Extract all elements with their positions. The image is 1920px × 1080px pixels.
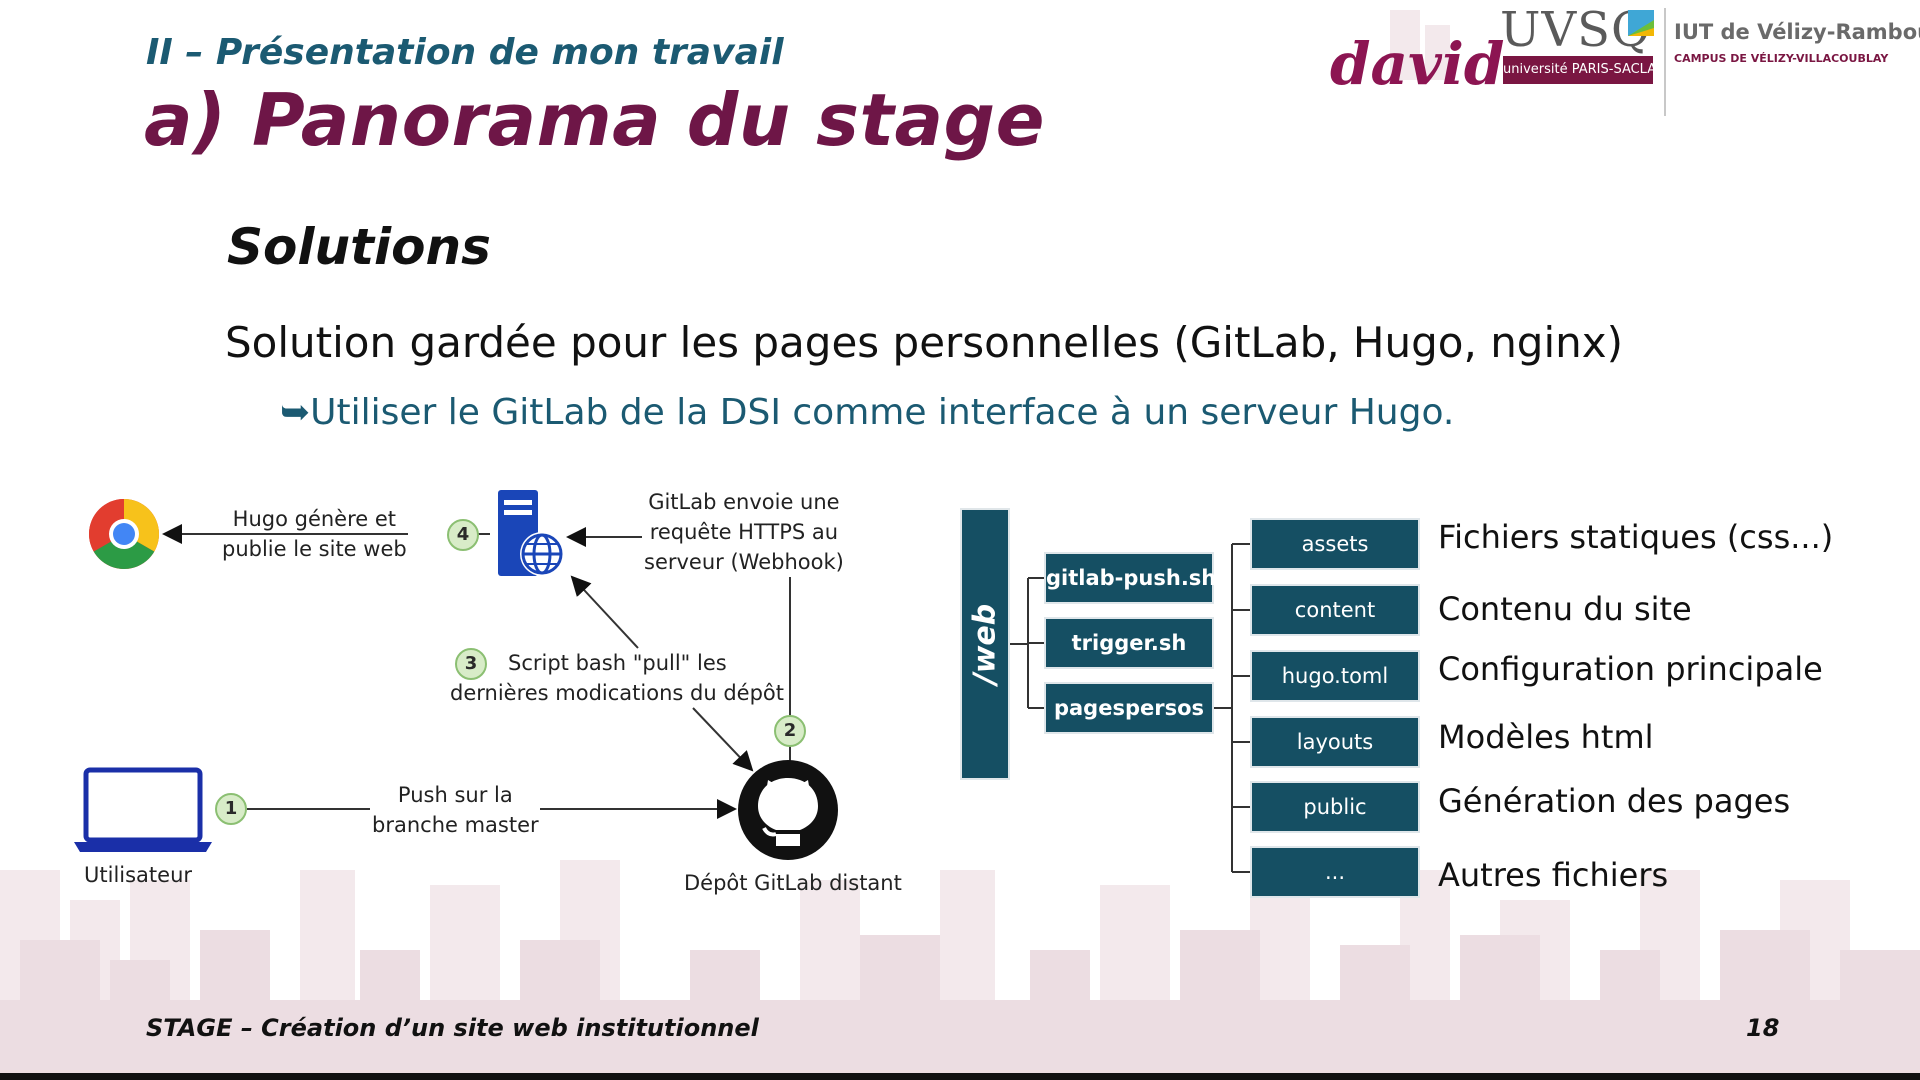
file-hugo-toml: hugo.toml — [1250, 650, 1420, 702]
web-root-label: /web — [967, 603, 1003, 685]
bottom-border — [0, 1073, 1920, 1080]
desc-content: Contenu du site — [1438, 590, 1692, 628]
dir-assets: assets — [1250, 518, 1420, 570]
footer-course: STAGE – Création d’un site web instituti… — [146, 1014, 759, 1042]
dir-layouts: layouts — [1250, 716, 1420, 768]
desc-assets: Fichiers statiques (css...) — [1438, 518, 1834, 556]
desc-public: Génération des pages — [1438, 782, 1791, 820]
script-gitlab-push: gitlab-push.sh — [1044, 552, 1216, 604]
page-number: 18 — [1746, 1014, 1780, 1042]
dir-pagespersos: pagespersos — [1044, 682, 1214, 734]
desc-hugo-toml: Configuration principale — [1438, 650, 1823, 688]
desc-other: Autres fichiers — [1438, 856, 1669, 894]
dir-public: public — [1250, 781, 1420, 833]
desc-layouts: Modèles html — [1438, 718, 1654, 756]
dir-content: content — [1250, 584, 1420, 636]
script-trigger: trigger.sh — [1044, 617, 1214, 669]
dir-other: ... — [1250, 846, 1420, 898]
